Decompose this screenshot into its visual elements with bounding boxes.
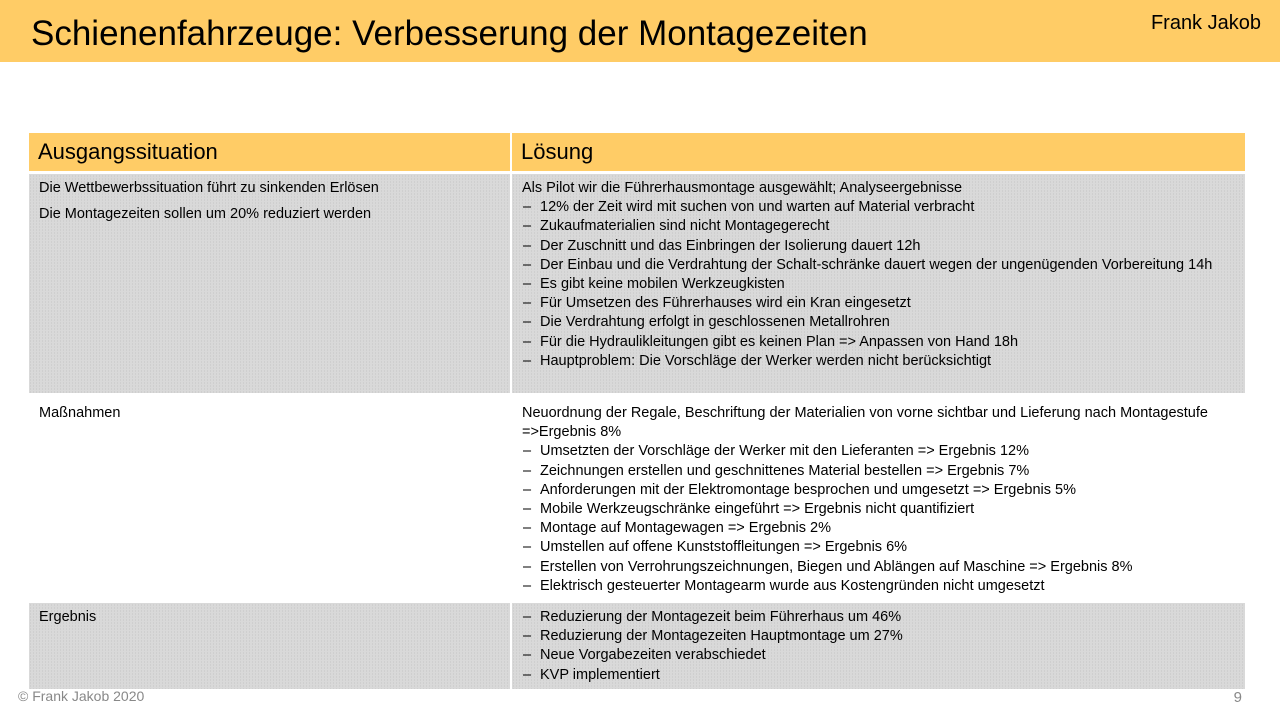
- dash-bullet: –: [523, 199, 532, 216]
- list-item: – KVP implementiert: [522, 666, 1235, 685]
- dash-bullet: –: [523, 333, 532, 350]
- list-item-text: Zukaufmaterialien sind nicht Montagegere…: [540, 218, 830, 235]
- measures-label-cell: Maßnahmen: [29, 392, 511, 602]
- author-name: Frank Jakob: [1150, 12, 1261, 34]
- column-header-solution: Lösung: [510, 133, 1245, 174]
- analysis-list: –12% der Zeit wird mit suchen von und wa…: [522, 198, 1235, 371]
- dash-bullet: –: [523, 443, 532, 460]
- dash-bullet: –: [523, 295, 532, 312]
- list-item-text: Hauptproblem: Die Vorschläge der Werker …: [540, 352, 992, 369]
- page-number: 9: [1233, 689, 1242, 706]
- table-row: Ergebnis – Reduzierung der Montagezeit be…: [29, 600, 1245, 689]
- list-item-text: Für die Hydraulikleitungen gibt es keine…: [540, 333, 1019, 350]
- situation-statement: Die Montagezeiten sollen um 20% reduzier…: [39, 206, 372, 223]
- list-item: – Für die Hydraulikleitungen gibt es kein…: [522, 333, 1235, 352]
- list-item-text: Für Umsetzen des Führerhauses wird ein K…: [540, 295, 911, 312]
- solution-intro: Als Pilot wir die Führerhausmontage ausg…: [522, 180, 963, 196]
- dash-bullet: –: [523, 539, 532, 556]
- list-item-text: Erstellen von Verrohrungszeichnungen, Bi…: [540, 558, 1133, 575]
- list-item-text: Mobile Werkzeugschränke eingeführt => Er…: [540, 501, 975, 518]
- list-item-text: Reduzierung der Montagezeiten Hauptmonta…: [540, 628, 903, 645]
- content-table: Ausgangssituation Lösung Die Wettbewerbs…: [29, 133, 1245, 689]
- copyright-notice: © Frank Jakob 2020: [18, 688, 145, 704]
- table-header-row: Ausgangssituation Lösung: [29, 133, 1245, 174]
- measures-cell: Neuordnung der Regale, Beschriftung der …: [510, 392, 1245, 602]
- list-item-text: Umstellen auf offene Kunststoffleitungen…: [540, 539, 908, 556]
- dash-bullet: –: [523, 520, 532, 537]
- table-row: Die Wettbewerbssituation führt zu sinken…: [29, 172, 1245, 395]
- dash-bullet: –: [523, 609, 532, 626]
- list-item-text: Der Einbau und die Verdrahtung der Schal…: [540, 256, 1213, 273]
- list-item: – Umsetzten der Vorschläge der Werker mit…: [522, 442, 1235, 461]
- dash-bullet: –: [523, 501, 532, 518]
- dash-bullet: –: [523, 352, 532, 369]
- list-item: – Hauptproblem: Die Vorschläge der Werker…: [522, 352, 1235, 371]
- measures-label: Maßnahmen: [39, 405, 121, 421]
- column-header-situation: Ausgangssituation: [29, 133, 511, 174]
- measures-list: – Umsetzten der Vorschläge der Werker mit…: [522, 442, 1235, 596]
- list-item: – Anforderungen mit der Elektromontage be…: [522, 481, 1235, 500]
- dash-bullet: –: [523, 314, 532, 331]
- list-item-text: Es gibt keine mobilen Werkzeugkisten: [540, 276, 785, 293]
- slide-title: Schienenfahrzeuge: Verbesserung der Mont…: [31, 14, 868, 53]
- dash-bullet: –: [523, 666, 532, 683]
- situation-cell: Die Wettbewerbssituation führt zu sinken…: [29, 172, 511, 395]
- dash-bullet: –: [523, 218, 532, 235]
- situation-statement: Die Wettbewerbssituation führt zu sinken…: [39, 180, 379, 196]
- list-item: – Der Einbau und die Verdrahtung der Scha…: [522, 256, 1235, 275]
- list-item-text: Elektrisch gesteuerter Montagearm wurde …: [540, 577, 1045, 594]
- list-item-text: Reduzierung der Montagezeit beim Führerh…: [540, 609, 902, 626]
- result-label-cell: Ergebnis: [29, 600, 511, 689]
- list-item: – Montage auf Montagewagen => Ergebnis 2%: [522, 519, 1235, 538]
- dash-bullet: –: [523, 276, 532, 293]
- header-bar: Schienenfahrzeuge: Verbesserung der Mont…: [0, 0, 1280, 62]
- dash-bullet: –: [523, 462, 532, 479]
- dash-bullet: –: [523, 628, 532, 645]
- list-item-text: Anforderungen mit der Elektromontage bes…: [540, 481, 1077, 498]
- dash-bullet: –: [523, 237, 532, 254]
- list-item: – Reduzierung der Montagezeiten Hauptmont…: [522, 627, 1235, 646]
- list-item: – Elektrisch gesteuerter Montagearm wurde…: [522, 577, 1235, 596]
- list-item: – Erstellen von Verrohrungszeichnungen, B…: [522, 558, 1235, 577]
- solution-cell: Als Pilot wir die Führerhausmontage ausg…: [510, 172, 1245, 395]
- list-item: – Für Umsetzen des Führerhauses wird ein …: [522, 294, 1235, 313]
- list-item: – Die Verdrahtung erfolgt in geschlossene…: [522, 313, 1235, 332]
- list-item-text: 12% der Zeit wird mit suchen von und war…: [540, 199, 975, 216]
- list-item-text: KVP implementiert: [540, 666, 660, 683]
- dash-bullet: –: [523, 256, 532, 273]
- list-item: – Es gibt keine mobilen Werkzeugkisten: [522, 275, 1235, 294]
- list-item: – Umstellen auf offene Kunststoffleitunge…: [522, 538, 1235, 557]
- table-row: Maßnahmen Neuordnung der Regale, Beschri…: [29, 392, 1245, 602]
- list-item: – Neue Vorgabezeiten verabschiedet: [522, 646, 1235, 665]
- list-item-text: Montage auf Montagewagen => Ergebnis 2%: [540, 520, 832, 537]
- dash-bullet: –: [523, 481, 532, 498]
- list-item: – Zukaufmaterialien sind nicht Montageger…: [522, 217, 1235, 236]
- list-item-text: Neue Vorgabezeiten verabschiedet: [540, 647, 766, 664]
- list-item: – Reduzierung der Montagezeit beim Führer…: [522, 608, 1235, 627]
- list-item: – Zeichnungen erstellen und geschnittenes…: [522, 462, 1235, 481]
- result-label: Ergebnis: [39, 609, 97, 626]
- dash-bullet: –: [523, 577, 532, 594]
- result-cell: – Reduzierung der Montagezeit beim Führer…: [510, 600, 1245, 689]
- list-item: –12% der Zeit wird mit suchen von und wa…: [522, 198, 1235, 217]
- dash-bullet: –: [523, 558, 532, 575]
- dash-bullet: –: [523, 647, 532, 664]
- list-item-text: Zeichnungen erstellen und geschnittenes …: [540, 462, 1030, 479]
- list-item: – Der Zuschnitt und das Einbringen der Is…: [522, 237, 1235, 256]
- list-item-text: Der Zuschnitt und das Einbringen der Iso…: [540, 237, 921, 254]
- list-item-text: Die Verdrahtung erfolgt in geschlossenen…: [540, 314, 890, 331]
- measures-intro: Neuordnung der Regale, Beschriftung der …: [522, 405, 1208, 441]
- list-item-text: Umsetzten der Vorschläge der Werker mit …: [540, 443, 1029, 460]
- result-list: – Reduzierung der Montagezeit beim Führer…: [522, 608, 1235, 685]
- list-item: – Mobile Werkzeugschränke eingeführt => E…: [522, 500, 1235, 519]
